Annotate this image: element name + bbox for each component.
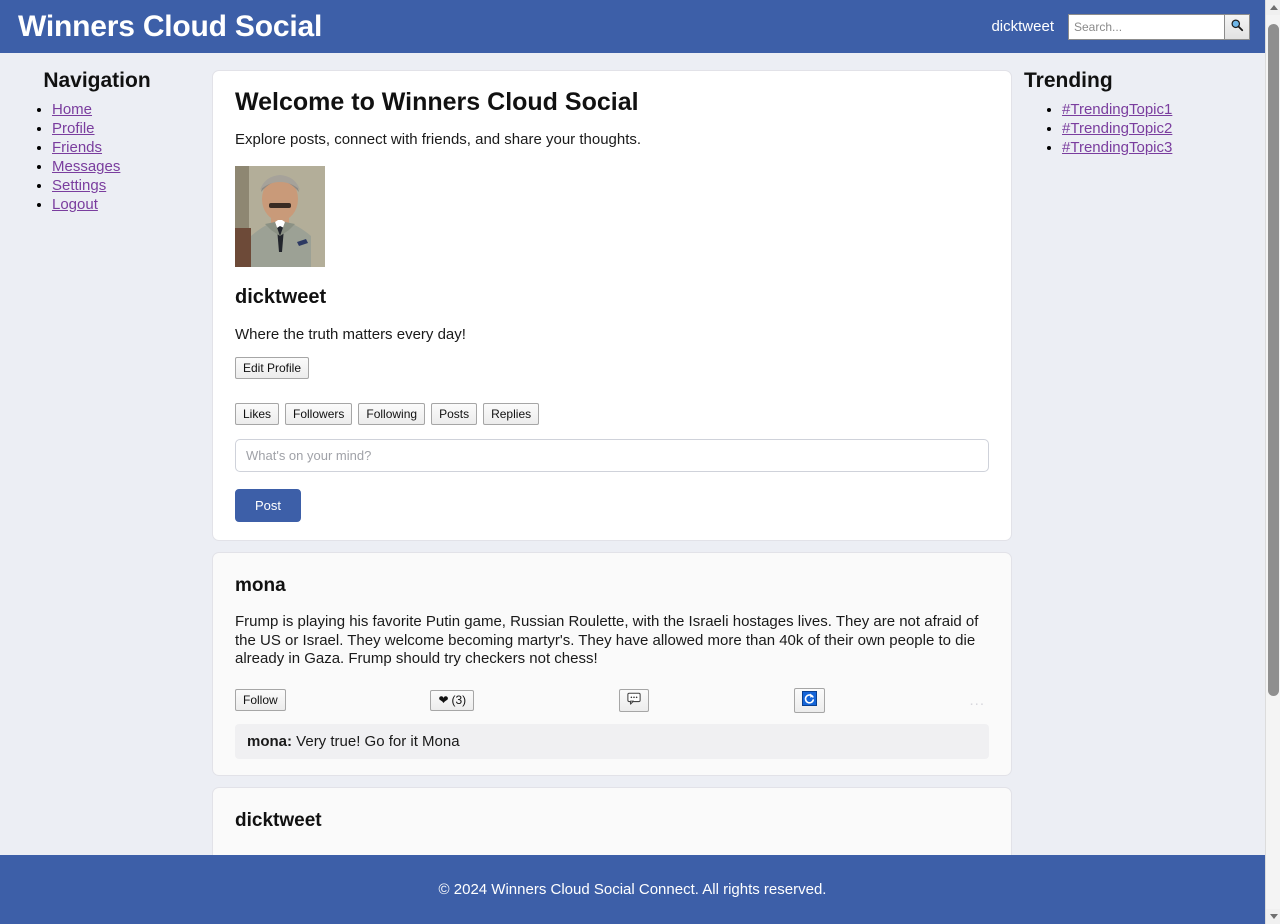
profile-card: Welcome to Winners Cloud Social Explore … bbox=[212, 70, 1012, 541]
post-actions: Follow ❤ (3) ... bbox=[235, 687, 989, 713]
tab-followers[interactable]: Followers bbox=[285, 403, 353, 425]
page-title: Welcome to Winners Cloud Social bbox=[235, 88, 639, 116]
search-input[interactable] bbox=[1068, 13, 1224, 40]
sidebar-item-friends[interactable]: Friends bbox=[52, 139, 102, 156]
post-author: mona bbox=[235, 575, 286, 596]
main-content: Welcome to Winners Cloud Social Explore … bbox=[212, 53, 1012, 900]
sidebar-item-settings[interactable]: Settings bbox=[52, 177, 106, 194]
tab-posts[interactable]: Posts bbox=[431, 403, 478, 425]
sidebar-item-logout[interactable]: Logout bbox=[52, 196, 98, 213]
page-scrollbar[interactable] bbox=[1265, 0, 1280, 924]
trending-sidebar: Trending #TrendingTopic1 #TrendingTopic2… bbox=[1012, 53, 1265, 157]
search-form bbox=[1068, 13, 1250, 40]
like-button[interactable]: ❤ (3) bbox=[430, 689, 475, 711]
like-slot: ❤ (3) bbox=[430, 689, 475, 711]
site-header: Winners Cloud Social dicktweet bbox=[0, 0, 1265, 53]
tab-likes[interactable]: Likes bbox=[235, 403, 280, 425]
list-item: #TrendingTopic3 bbox=[1062, 138, 1265, 157]
edit-profile-button[interactable]: Edit Profile bbox=[235, 357, 310, 379]
repost-slot bbox=[793, 687, 825, 713]
sidebar-item-home[interactable]: Home bbox=[52, 101, 92, 118]
list-item: Messages bbox=[52, 157, 212, 176]
list-item: Settings bbox=[52, 176, 212, 195]
current-user-label[interactable]: dicktweet bbox=[991, 18, 1054, 35]
search-button[interactable] bbox=[1224, 13, 1250, 40]
tab-following[interactable]: Following bbox=[358, 403, 426, 425]
post-button[interactable]: Post bbox=[235, 489, 302, 522]
post-comment: mona: Very true! Go for it Mona bbox=[235, 723, 989, 759]
compose-input[interactable] bbox=[235, 439, 989, 472]
avatar bbox=[235, 166, 325, 267]
list-item: Friends bbox=[52, 138, 212, 157]
post-text: Frump is playing his favorite Putin game… bbox=[235, 613, 979, 667]
sidebar-item-messages[interactable]: Messages bbox=[52, 158, 120, 175]
search-icon bbox=[1230, 18, 1244, 35]
scroll-down-arrow-icon[interactable] bbox=[1266, 909, 1280, 924]
header-right-group: dicktweet bbox=[991, 13, 1250, 40]
follow-button[interactable]: Follow bbox=[235, 689, 286, 711]
list-item: #TrendingTopic2 bbox=[1062, 119, 1265, 138]
site-footer: © 2024 Winners Cloud Social Connect. All… bbox=[0, 855, 1265, 924]
tab-replies[interactable]: Replies bbox=[483, 403, 540, 425]
trending-item-1[interactable]: #TrendingTopic1 bbox=[1062, 101, 1172, 118]
profile-username: dicktweet bbox=[235, 286, 327, 308]
footer-copyright: © 2024 Winners Cloud Social Connect. All… bbox=[438, 881, 827, 898]
sidebar-item-profile[interactable]: Profile bbox=[52, 120, 95, 137]
list-item: Logout bbox=[52, 195, 212, 214]
profile-tabs: Likes Followers Following Posts Replies bbox=[235, 403, 989, 425]
list-item: Home bbox=[52, 100, 212, 119]
comment-text: Very true! Go for it Mona bbox=[296, 732, 460, 750]
comment-slot bbox=[618, 688, 649, 712]
comment-button[interactable] bbox=[618, 688, 649, 712]
browser-viewport: Winners Cloud Social dicktweet Navigat bbox=[0, 0, 1280, 924]
post-author: dicktweet bbox=[235, 809, 322, 831]
repost-button[interactable] bbox=[793, 687, 825, 713]
repost-icon bbox=[801, 690, 817, 710]
scroll-up-arrow-icon[interactable] bbox=[1266, 0, 1280, 15]
like-count: (3) bbox=[451, 692, 467, 707]
profile-bio: Where the truth matters every day! bbox=[235, 326, 466, 343]
trending-item-2[interactable]: #TrendingTopic2 bbox=[1062, 120, 1172, 137]
scrollbar-thumb[interactable] bbox=[1268, 24, 1279, 696]
list-item: Profile bbox=[52, 119, 212, 138]
trending-list: #TrendingTopic1 #TrendingTopic2 #Trendin… bbox=[1024, 100, 1265, 157]
comment-bubble-icon bbox=[627, 692, 641, 709]
navigation-sidebar: Navigation Home Profile Friends Messages… bbox=[0, 53, 212, 214]
list-item: #TrendingTopic1 bbox=[1062, 100, 1265, 119]
comment-author: mona: bbox=[247, 732, 292, 750]
navigation-list: Home Profile Friends Messages Settings L… bbox=[0, 100, 212, 214]
post-card: mona Frump is playing his favorite Putin… bbox=[212, 552, 1012, 776]
trending-item-3[interactable]: #TrendingTopic3 bbox=[1062, 139, 1172, 156]
page-subtitle: Explore posts, connect with friends, and… bbox=[235, 131, 642, 148]
heart-icon: ❤ bbox=[438, 692, 449, 707]
trending-title: Trending bbox=[1024, 69, 1113, 92]
site-brand: Winners Cloud Social bbox=[18, 9, 323, 43]
post-more-menu[interactable]: ... bbox=[969, 692, 989, 709]
follow-slot: Follow bbox=[235, 689, 286, 711]
page-body: Navigation Home Profile Friends Messages… bbox=[0, 53, 1265, 889]
navigation-title: Navigation bbox=[43, 69, 151, 92]
